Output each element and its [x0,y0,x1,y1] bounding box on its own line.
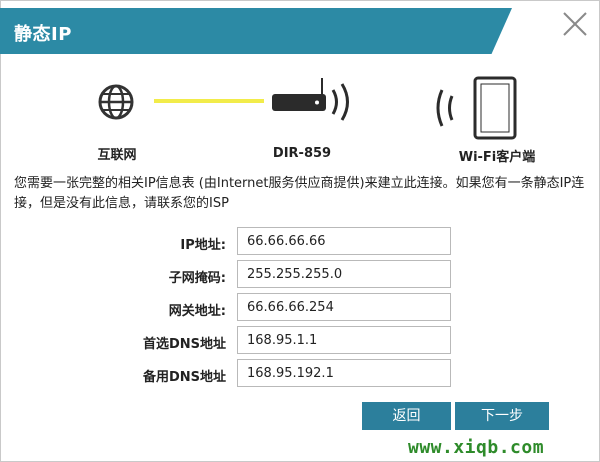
primary-dns-input[interactable] [237,326,451,354]
primary-dns-label: 首选DNS地址 [142,337,226,352]
client-label: Wi-Fi客户端 [458,150,536,165]
gateway-row: 网关地址: [0,293,600,323]
router-label: DIR-859 [272,146,332,161]
ip-address-input[interactable] [237,227,451,255]
secondary-dns-label: 备用DNS地址 [142,370,226,385]
description-text: 您需要一张完整的相关IP信息表 (由Internet服务供应商提供)来建立此连接… [14,176,585,211]
close-icon[interactable] [561,10,589,38]
ip-address-row: IP地址: [0,227,600,257]
watermark: www.xiqb.com [408,437,545,458]
subnet-mask-label: 子网掩码: [168,271,226,286]
back-button[interactable]: 返回 [362,402,451,430]
router-icon [272,78,349,121]
next-button[interactable]: 下一步 [455,402,549,430]
header-band [0,8,512,54]
secondary-dns-row: 备用DNS地址 [0,359,600,389]
globe-icon [98,84,134,120]
gateway-input[interactable] [237,293,451,321]
ip-address-label: IP地址: [180,238,226,253]
connection-diagram: 互联网 DIR-859 Wi-Fi客户端 [0,64,600,174]
dialog-header: 静态IP [0,0,600,60]
connection-line [154,99,264,103]
subnet-mask-row: 子网掩码: [0,260,600,290]
gateway-label: 网关地址: [168,304,226,319]
secondary-dns-input[interactable] [237,359,451,387]
subnet-mask-input[interactable] [237,260,451,288]
internet-label: 互联网 [97,148,137,163]
primary-dns-row: 首选DNS地址 [0,326,600,356]
tablet-icon [436,76,517,140]
dialog-title: 静态IP [14,24,72,45]
